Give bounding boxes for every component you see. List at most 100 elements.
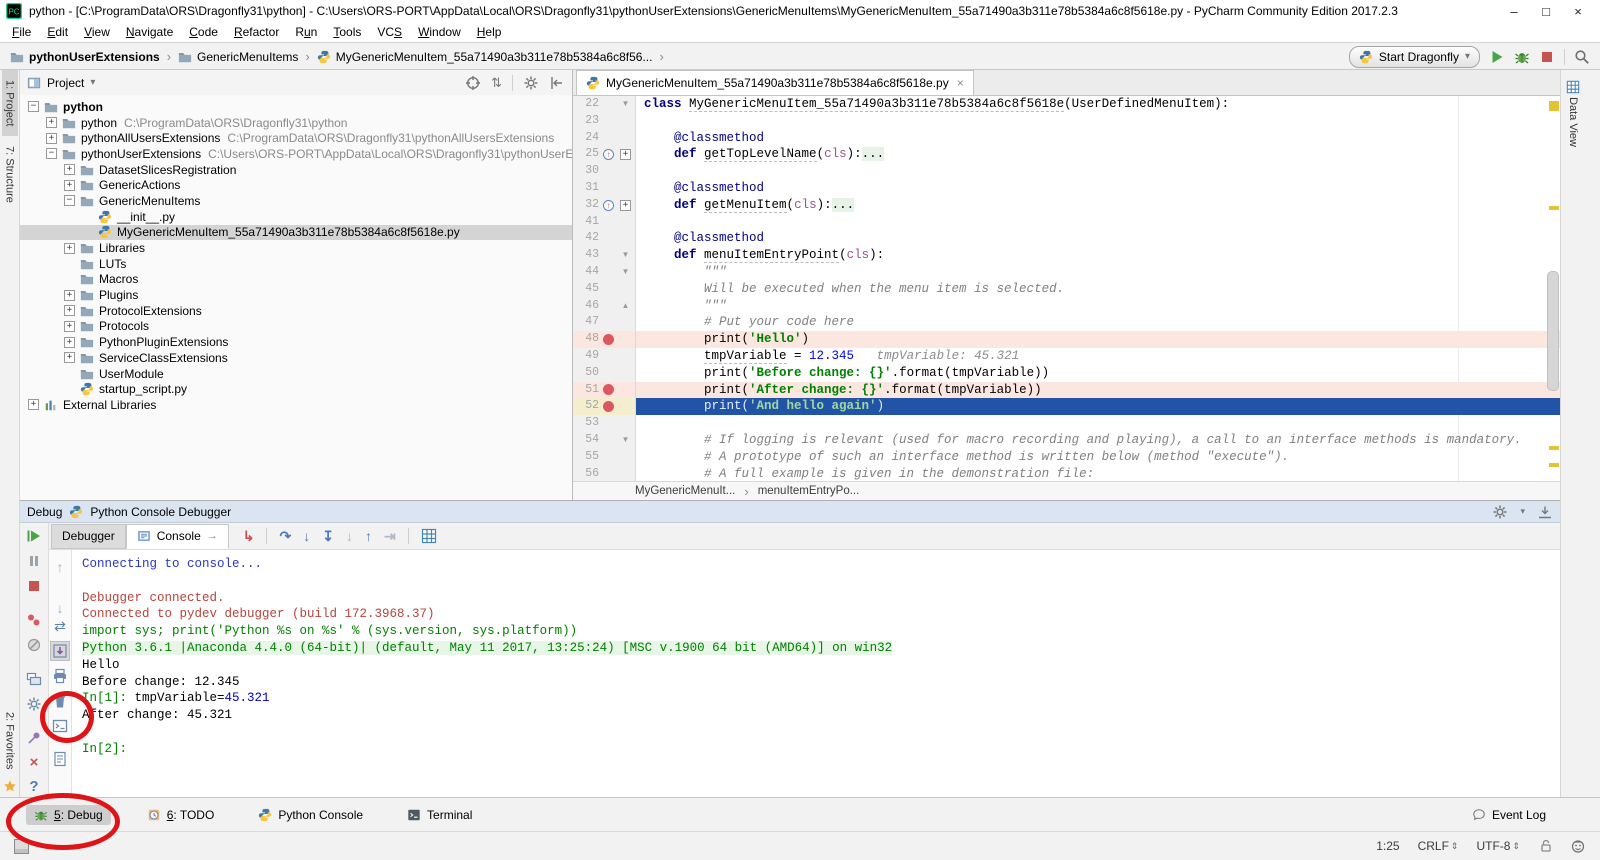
tree-item[interactable]: + pythonAllUsersExtensions C:\ProgramData\… xyxy=(20,130,572,146)
debug-icon[interactable] xyxy=(1514,49,1530,65)
editor-gutter[interactable]: 48 xyxy=(573,331,636,348)
tree-item[interactable]: + ServiceClassExtensions xyxy=(20,350,572,366)
tool-button-structure[interactable]: 7: Structure xyxy=(2,136,18,213)
print-icon[interactable] xyxy=(52,668,68,684)
tree-item[interactable]: + ProtocolExtensions xyxy=(20,303,572,319)
editor-gutter[interactable]: 49 xyxy=(573,347,636,365)
help-icon[interactable]: ? xyxy=(29,779,38,794)
search-everywhere-icon[interactable] xyxy=(1574,49,1590,65)
soft-wrap-icon[interactable]: ⇄ xyxy=(54,619,66,633)
fold-expand-icon[interactable]: + xyxy=(620,199,631,211)
editor-gutter[interactable]: 56 xyxy=(573,465,636,481)
tab-debugger[interactable]: Debugger xyxy=(51,523,126,549)
editor-breadcrumb-item[interactable]: menuItemEntryPo... xyxy=(758,485,860,497)
pin-icon[interactable] xyxy=(26,730,42,746)
view-breakpoints-icon[interactable] xyxy=(26,612,42,628)
breadcrumb-item[interactable]: GenericMenuItems xyxy=(178,50,298,64)
toolwindow-button--todo[interactable]: 6: TODO xyxy=(139,805,223,825)
tree-item[interactable]: startup_script.py xyxy=(20,381,572,397)
menu-help[interactable]: Help xyxy=(469,23,510,41)
menu-code[interactable]: Code xyxy=(181,23,226,41)
toolwindow-button-terminal[interactable]: Terminal xyxy=(399,805,480,825)
menu-window[interactable]: Window xyxy=(410,23,469,41)
project-tree[interactable]: − python + python C:\ProgramData\ORS\Dragonf… xyxy=(20,95,572,500)
tree-item[interactable]: + GenericActions xyxy=(20,177,572,193)
settings-icon[interactable] xyxy=(1492,504,1508,520)
settings-icon[interactable] xyxy=(26,696,42,712)
tool-button-data-view[interactable]: Data View xyxy=(1564,70,1582,157)
tree-expander-icon[interactable]: − xyxy=(64,195,75,207)
editor-gutter[interactable]: 31 xyxy=(573,179,636,197)
toolwindow-toggle-icon[interactable] xyxy=(14,838,29,854)
editor-gutter[interactable]: 54 ▼ xyxy=(573,431,636,449)
tree-item[interactable]: UserModule xyxy=(20,366,572,382)
tree-expander-icon[interactable]: − xyxy=(28,101,39,113)
editor-gutter[interactable]: 23 xyxy=(573,112,636,130)
menu-edit[interactable]: Edit xyxy=(39,23,76,41)
project-panel-title[interactable]: Project xyxy=(47,76,84,90)
editor-gutter[interactable]: 22 ▼ xyxy=(573,96,636,113)
toolwindow-button-python-console[interactable]: Python Console xyxy=(250,805,371,825)
menu-view[interactable]: View xyxy=(76,23,118,41)
override-method-icon[interactable]: ↑ xyxy=(603,149,614,161)
debug-session-name[interactable]: Python Console Debugger xyxy=(90,505,231,519)
tree-item[interactable]: + Plugins xyxy=(20,287,572,303)
close-tab-icon[interactable]: × xyxy=(955,76,964,90)
run-to-cursor-icon[interactable]: ⇥ xyxy=(384,529,396,543)
step-out-icon[interactable]: ↑ xyxy=(365,529,372,543)
maximize-icon[interactable]: □ xyxy=(1530,4,1562,19)
encoding-selector[interactable]: UTF-8 ⇕ xyxy=(1476,839,1520,853)
tree-item[interactable]: LUTs xyxy=(20,256,572,272)
editor-gutter[interactable]: 47 xyxy=(573,314,636,332)
tree-item[interactable]: − pythonUserExtensions C:\Users\ORS-PORT\A… xyxy=(20,146,572,162)
editor-gutter[interactable]: 44 ▼ xyxy=(573,263,636,281)
hide-icon[interactable] xyxy=(1537,504,1553,520)
tree-item[interactable]: + DatasetSlicesRegistration xyxy=(20,162,572,178)
stop-icon[interactable] xyxy=(26,578,42,594)
tree-item[interactable]: Macros xyxy=(20,272,572,288)
breakpoint-icon[interactable] xyxy=(603,334,614,346)
scrollbar-thumb[interactable] xyxy=(1547,271,1559,391)
close-icon[interactable]: × xyxy=(1562,4,1594,19)
line-separator-selector[interactable]: CRLF ⇕ xyxy=(1418,839,1459,853)
tool-button-project[interactable]: 1: Project xyxy=(1,70,18,137)
toolwindow-button--debug[interactable]: 5: Debug xyxy=(26,804,111,825)
menu-file[interactable]: File xyxy=(4,23,39,41)
editor-gutter[interactable]: 41 xyxy=(573,213,636,231)
override-method-icon[interactable]: ↑ xyxy=(603,199,614,211)
tree-item[interactable]: + Protocols xyxy=(20,319,572,335)
editor-tab[interactable]: MyGenericMenuItem_55a71490a3b311e78b5384… xyxy=(576,70,974,95)
show-command-line-icon[interactable] xyxy=(52,718,68,734)
tab-console[interactable]: Console → xyxy=(125,523,229,549)
run-config-selector[interactable]: Start Dragonfly ▾ xyxy=(1348,45,1480,68)
tree-item[interactable]: MyGenericMenuItem_55a71490a3b311e78b5384… xyxy=(20,224,572,241)
editor-gutter[interactable]: 42 xyxy=(573,230,636,248)
menu-vcs[interactable]: VCS xyxy=(369,23,410,41)
editor-gutter[interactable]: 43 ▼ xyxy=(573,247,636,264)
editor-gutter[interactable]: 24 xyxy=(573,129,636,147)
stop-icon[interactable] xyxy=(1539,49,1555,65)
editor-gutter[interactable]: 30 xyxy=(573,163,636,180)
tree-expander-icon[interactable]: + xyxy=(46,117,57,129)
settings-icon[interactable] xyxy=(523,75,539,91)
menu-refactor[interactable]: Refactor xyxy=(226,23,287,41)
execute-code-icon[interactable] xyxy=(50,641,70,661)
breadcrumb-item[interactable]: pythonUserExtensions xyxy=(10,50,160,64)
step-into-my-code-icon[interactable]: ↧ xyxy=(322,529,334,543)
tree-item[interactable]: − GenericMenuItems xyxy=(20,193,572,209)
scroll-down-icon[interactable]: ↓ xyxy=(57,601,64,615)
locate-icon[interactable] xyxy=(465,75,481,91)
breadcrumb-item[interactable]: MyGenericMenuItem_55a71490a3b311e78b5384… xyxy=(317,50,652,64)
debug-console[interactable]: Connecting to console... Debugger connec… xyxy=(72,550,1560,797)
close-icon[interactable]: × xyxy=(30,755,39,770)
tree-item[interactable]: + External Libraries xyxy=(20,397,572,413)
run-icon[interactable] xyxy=(1489,49,1505,65)
scroll-up-icon[interactable]: ↑ xyxy=(57,560,64,574)
command-history-icon[interactable] xyxy=(52,751,68,767)
resume-icon[interactable] xyxy=(26,528,42,544)
editor-gutter[interactable]: 53 xyxy=(573,415,636,432)
step-into-icon[interactable]: ↓ xyxy=(303,529,310,543)
event-log-button[interactable]: Event Log xyxy=(1472,808,1586,822)
editor-gutter[interactable]: 52 xyxy=(573,398,636,416)
editor-gutter[interactable]: 51 xyxy=(573,381,636,399)
